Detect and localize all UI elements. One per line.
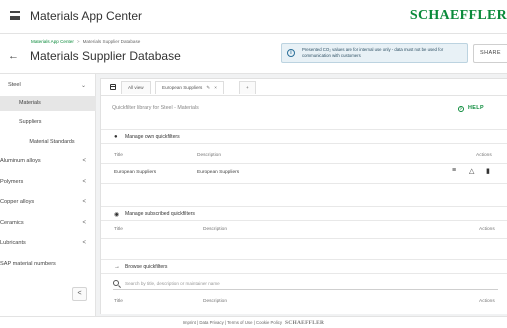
unsubscribe-icon[interactable]: △ xyxy=(469,167,474,175)
share-button[interactable]: SHARE xyxy=(473,44,507,63)
footer: Imprint | Data Privacy | Terms of Use | … xyxy=(0,316,507,328)
sidebar-item-suppliers[interactable]: Suppliers xyxy=(0,115,96,130)
divider xyxy=(101,163,507,164)
sidebar-group-lubricants[interactable]: Lubricants < xyxy=(0,240,96,246)
top-bar: Materials App Center SCHAEFFLER xyxy=(0,0,507,34)
sidebar: Steel ⌄ Materials Suppliers Material Sta… xyxy=(0,74,96,316)
chevron-down-icon: ⌄ xyxy=(80,83,86,89)
search-underline xyxy=(113,289,498,290)
sidebar-group-copper[interactable]: Copper alloys < xyxy=(0,199,96,205)
tab-label: All view xyxy=(128,85,144,90)
chevron-left-icon: < xyxy=(82,199,86,205)
chevron-left-icon: < xyxy=(82,158,86,164)
search-icon xyxy=(113,280,119,286)
sidebar-group-polymers[interactable]: Polymers < xyxy=(0,179,96,185)
quickfilter-panel: All view European Suppliers ✎ × + Quickfil… xyxy=(100,78,507,314)
co2-notice-banner: i Presented CO₂ values are for internal … xyxy=(281,43,468,63)
delete-icon[interactable]: ▮ xyxy=(486,167,490,175)
footer-logo: SCHAEFFLER xyxy=(285,320,325,326)
menu-icon[interactable] xyxy=(10,11,20,20)
notice-text: Presented CO₂ values are for internal us… xyxy=(302,47,444,58)
tab-all-view[interactable]: All view xyxy=(121,81,151,94)
info-icon: i xyxy=(287,49,295,57)
page-title: Materials Supplier Database xyxy=(30,49,181,63)
arrow-right-icon: → xyxy=(114,264,120,270)
chevron-left-icon: < xyxy=(82,220,86,226)
person-icon: ● xyxy=(114,134,118,140)
column-actions: Actions xyxy=(479,299,495,304)
globe-icon: ◉ xyxy=(114,212,120,218)
add-tab-button[interactable]: + xyxy=(239,81,256,94)
tab-label: European Suppliers xyxy=(162,85,203,90)
collapse-sidebar-button[interactable]: < xyxy=(72,287,87,301)
tab-label: + xyxy=(246,85,249,90)
quickfilter-library-title: Quickfilter library for Steel - Material… xyxy=(112,105,199,111)
footer-links[interactable]: Imprint | Data Privacy | Terms of Use | … xyxy=(183,320,282,325)
help-icon: ? xyxy=(458,106,464,112)
app-title[interactable]: Materials App Center xyxy=(30,9,142,23)
filter-icon[interactable]: ≡ xyxy=(452,167,456,174)
section-label: Manage subscribed quickfilters xyxy=(125,211,195,217)
column-description: Description xyxy=(203,227,227,232)
sidebar-group-aluminum[interactable]: Aluminum alloys < xyxy=(0,158,96,164)
page-header: Materials App Center > Materials Supplier … xyxy=(0,34,507,74)
tab-european-suppliers[interactable]: European Suppliers ✎ × xyxy=(155,81,224,94)
help-label: HELP xyxy=(468,105,484,111)
row-description: European Suppliers xyxy=(197,170,240,175)
column-title: Title xyxy=(114,299,123,304)
sidebar-item-material-standards[interactable]: Material Standards xyxy=(0,135,96,150)
row-title: European Suppliers xyxy=(114,170,157,175)
chevron-left-icon: < xyxy=(77,290,82,297)
own-quickfilters-section[interactable]: ● Manage own quickfilters xyxy=(101,129,507,144)
breadcrumb: Materials App Center > Materials Supplier … xyxy=(31,39,140,44)
sidebar-group-label: Polymers xyxy=(0,179,24,185)
sidebar-item-materials[interactable]: Materials xyxy=(0,96,96,111)
sidebar-group-label: Steel xyxy=(8,82,21,88)
divider xyxy=(101,238,507,239)
section-label: Manage own quickfilters xyxy=(125,134,180,140)
browse-quickfilters-section[interactable]: → Browse quickfilters xyxy=(101,259,507,274)
column-description: Description xyxy=(203,299,227,304)
back-arrow-icon[interactable]: ← xyxy=(8,50,19,62)
sidebar-group-label: Lubricants xyxy=(0,240,26,246)
sidebar-group-label: Copper alloys xyxy=(0,199,35,205)
close-icon[interactable]: × xyxy=(214,85,217,90)
sidebar-group-label: Ceramics xyxy=(0,220,24,226)
search-input[interactable] xyxy=(125,279,445,288)
schaeffler-logo: SCHAEFFLER xyxy=(409,8,507,23)
column-actions: Actions xyxy=(479,227,495,232)
view-tabs: All view European Suppliers ✎ × + xyxy=(101,79,507,96)
column-description: Description xyxy=(197,153,221,158)
chevron-left-icon: < xyxy=(82,240,86,246)
view-list-icon[interactable] xyxy=(110,84,116,90)
column-title: Title xyxy=(114,227,123,232)
sidebar-group-ceramics[interactable]: Ceramics < xyxy=(0,220,96,226)
sidebar-group-label: Aluminum alloys xyxy=(0,158,41,164)
column-actions: Actions xyxy=(476,153,492,158)
chevron-left-icon: < xyxy=(82,179,86,185)
column-title: Title xyxy=(114,153,123,158)
edit-pencil-icon[interactable]: ✎ xyxy=(206,85,210,90)
breadcrumb-app-center[interactable]: Materials App Center xyxy=(31,39,74,44)
help-button[interactable]: ? HELP xyxy=(458,105,484,112)
breadcrumb-current: Materials Supplier Database xyxy=(82,39,141,44)
subscribed-quickfilters-section[interactable]: ◉ Manage subscribed quickfilters xyxy=(101,206,507,221)
section-label: Browse quickfilters xyxy=(125,264,168,270)
divider xyxy=(101,183,507,184)
breadcrumb-separator-icon: > xyxy=(76,39,80,44)
sidebar-item-sap-material-numbers[interactable]: SAP material numbers xyxy=(0,261,96,267)
sidebar-group-steel[interactable]: Steel ⌄ xyxy=(8,82,96,89)
